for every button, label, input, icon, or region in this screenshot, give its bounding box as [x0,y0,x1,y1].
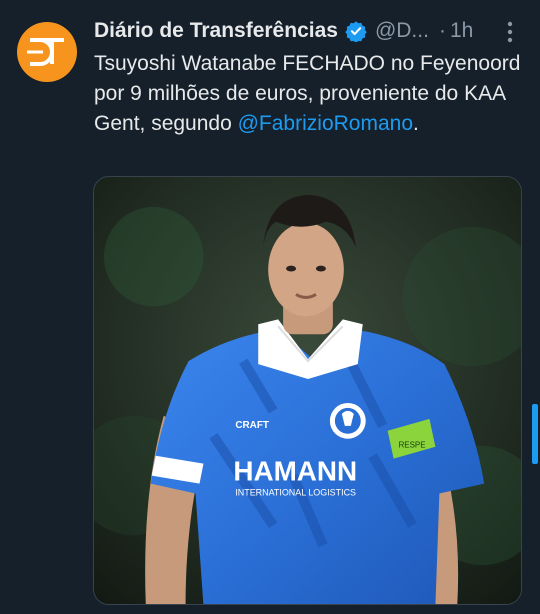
mention-link[interactable]: @FabrizioRomano [238,112,413,135]
author-handle[interactable]: @D... [375,19,429,43]
captain-band-text: RESPE [399,441,426,450]
author-avatar[interactable] [17,22,77,82]
tweet[interactable]: Diário de Transferências @D... · 1h Tsuy… [0,0,540,614]
author-name[interactable]: Diário de Transferências [94,19,338,43]
kit-brand-text: CRAFT [235,420,269,431]
scroll-indicator [532,404,538,464]
verified-badge-icon [345,21,367,42]
sponsor-subtext: INTERNATIONAL LOGISTICS [235,488,356,498]
more-options-button[interactable] [498,20,522,44]
timestamp[interactable]: 1h [450,19,473,43]
player-photo: RESPE HAMANN INTERNATIONAL LOGISTICS CRA… [94,177,521,604]
tweet-text-end: . [413,112,419,135]
separator-dot: · [438,19,446,42]
more-options-icon [507,21,513,43]
tweet-text: Tsuyoshi Watanabe FECHADO no Feyenoord p… [94,49,524,139]
tweet-photo[interactable]: RESPE HAMANN INTERNATIONAL LOGISTICS CRA… [93,176,522,605]
sponsor-text: HAMANN [233,456,357,487]
tweet-header: Diário de Transferências @D... · 1h [94,14,473,48]
logo-icon [27,38,64,66]
